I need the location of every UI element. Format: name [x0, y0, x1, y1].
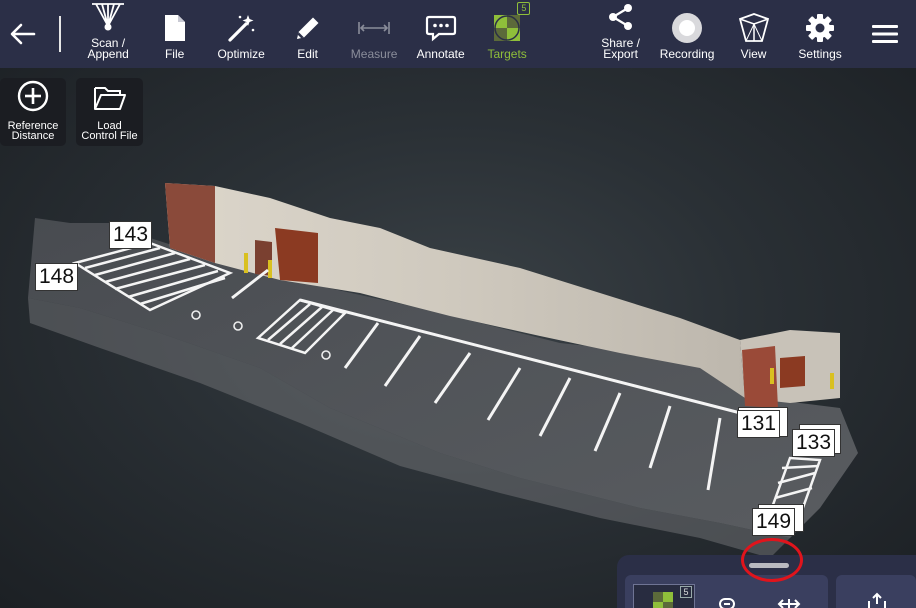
measure-icon: [356, 11, 392, 45]
targets-label: Targets: [487, 47, 527, 61]
arrow-left-icon: [11, 23, 36, 45]
view-button[interactable]: View: [720, 0, 787, 68]
edit-button[interactable]: Edit: [274, 0, 341, 68]
share-icon: [607, 0, 635, 34]
plus-circle-icon: [17, 80, 49, 117]
point-cloud-viewport[interactable]: 143 148 131 133 149: [0, 68, 916, 608]
targets-count-badge: 5: [517, 2, 531, 15]
point-label-149[interactable]: 149: [752, 508, 796, 536]
cube-icon: [737, 11, 771, 45]
point-label-131[interactable]: 131: [737, 410, 781, 438]
export-icon[interactable]: [866, 592, 888, 608]
drawer-handle-highlight-ring: [741, 538, 803, 582]
settings-label: Settings: [798, 47, 842, 61]
annotate-button[interactable]: Annotate: [407, 0, 474, 68]
share-export-label: Share / Export: [601, 36, 640, 61]
optimize-label: Optimize: [217, 47, 265, 61]
point-label-133[interactable]: 133: [792, 429, 836, 457]
hamburger-menu-icon: [871, 25, 898, 43]
view-label: View: [740, 47, 767, 61]
point-label-148[interactable]: 148: [35, 263, 79, 291]
targets-button[interactable]: 5 Targets: [474, 0, 541, 68]
measure-label: Measure: [350, 47, 398, 61]
target-thumbnail[interactable]: 5: [633, 584, 695, 608]
optimize-button[interactable]: Optimize: [208, 0, 275, 68]
share-export-button[interactable]: Share / Export: [587, 0, 654, 68]
back-button[interactable]: [0, 0, 47, 68]
resize-horizontal-icon[interactable]: [777, 598, 801, 608]
recording-label: Recording: [659, 47, 715, 61]
scan-append-label: Scan / Append: [87, 36, 129, 61]
recording-button[interactable]: Recording: [654, 0, 721, 68]
load-control-file-label: Load Control File: [81, 120, 138, 142]
thumbnail-count-badge: 5: [680, 586, 692, 598]
scanner-icon: [90, 0, 126, 34]
target-checker-icon: [491, 11, 523, 45]
link-icon[interactable]: [719, 598, 735, 608]
annotate-label: Annotate: [416, 47, 465, 61]
magic-wand-icon: [226, 11, 256, 45]
target-thumbnail-icon: [653, 592, 673, 608]
gear-icon: [805, 11, 835, 45]
measure-button[interactable]: Measure: [341, 0, 408, 68]
speech-bubble-icon: [425, 11, 457, 45]
top-toolbar: Scan / Append File Optimize Edit Measure…: [0, 0, 916, 68]
point-label-143[interactable]: 143: [109, 221, 153, 249]
file-button[interactable]: File: [141, 0, 208, 68]
file-icon: [163, 11, 187, 45]
pencil-icon: [293, 11, 323, 45]
toolbar-divider: [58, 16, 61, 52]
folder-open-icon: [93, 84, 127, 117]
record-icon: [670, 11, 704, 45]
settings-button[interactable]: Settings: [787, 0, 854, 68]
scan-append-button[interactable]: Scan / Append: [75, 0, 142, 68]
reference-distance-button[interactable]: Reference Distance: [0, 78, 66, 146]
edit-label: Edit: [297, 47, 318, 61]
hamburger-menu-button[interactable]: [853, 0, 916, 68]
load-control-file-button[interactable]: Load Control File: [76, 78, 143, 146]
reference-distance-label: Reference Distance: [7, 120, 59, 142]
file-label: File: [164, 47, 185, 61]
